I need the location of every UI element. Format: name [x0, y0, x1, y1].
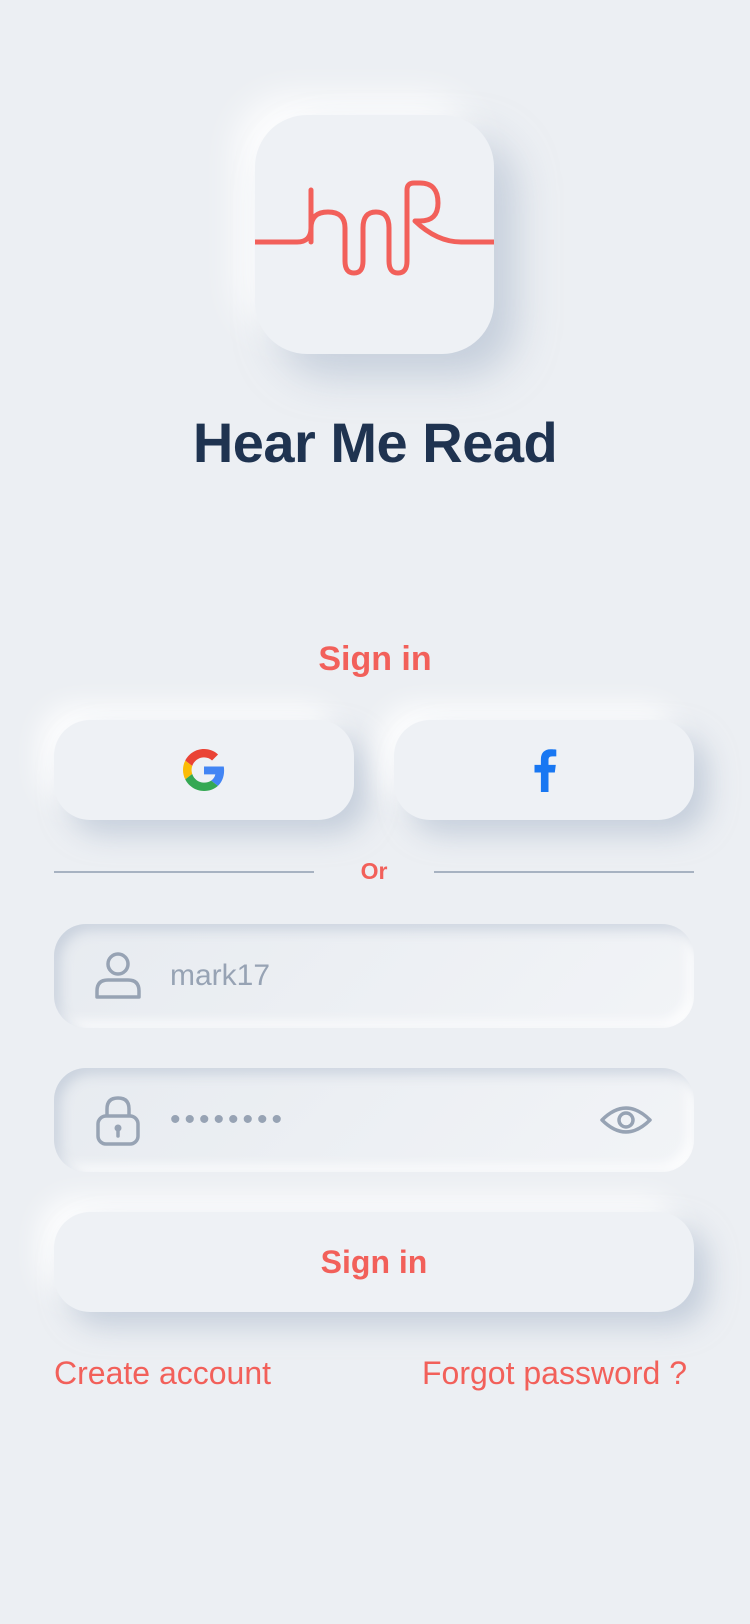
facebook-icon — [534, 749, 557, 792]
sign-in-screen: Hear Me Read Sign in Or mark17 •••••••• … — [0, 0, 750, 1624]
hmr-logo-icon — [255, 180, 494, 276]
sign-in-button[interactable]: Sign in — [54, 1212, 694, 1312]
create-account-link[interactable]: Create account — [54, 1355, 271, 1392]
lock-icon — [96, 1096, 140, 1146]
divider-line-left — [54, 871, 314, 873]
forgot-password-link[interactable]: Forgot password ? — [422, 1355, 687, 1392]
eye-icon[interactable] — [600, 1096, 652, 1144]
divider-line-right — [434, 871, 694, 873]
google-sign-in-button[interactable] — [54, 720, 354, 820]
google-icon — [183, 749, 225, 791]
password-input[interactable] — [170, 1068, 610, 1172]
facebook-sign-in-button[interactable] — [394, 720, 694, 820]
username-input[interactable] — [170, 924, 610, 1028]
app-title: Hear Me Read — [192, 411, 558, 474]
app-logo — [255, 115, 494, 354]
divider-or-text: Or — [360, 858, 388, 884]
username-field — [54, 924, 694, 1028]
password-field — [54, 1068, 694, 1172]
user-icon — [95, 952, 141, 999]
sign-in-heading: Sign in — [318, 640, 432, 678]
